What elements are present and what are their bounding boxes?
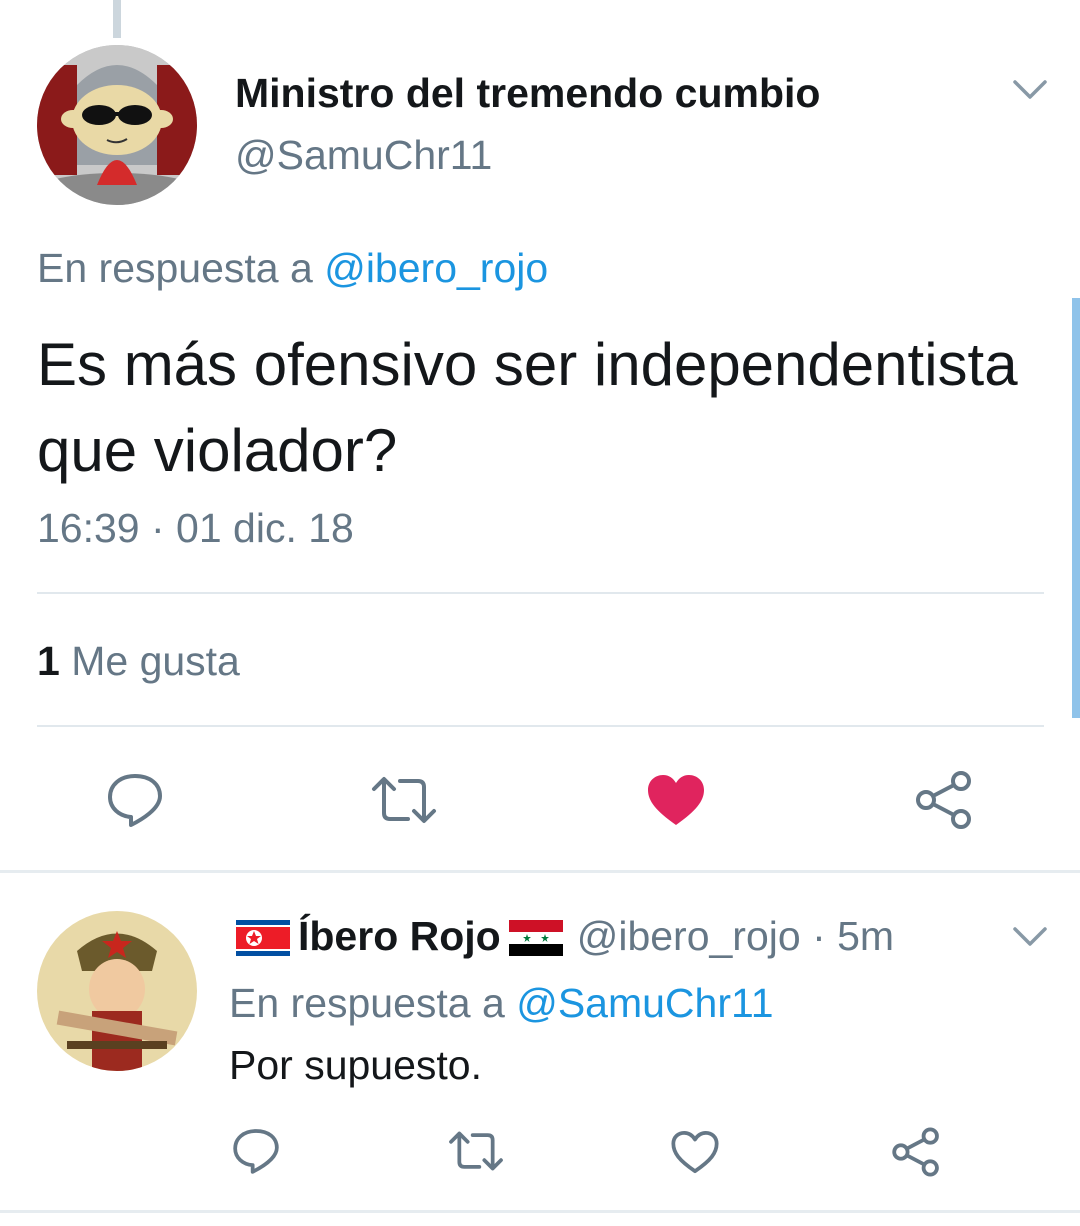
thread-connector-line [113, 0, 121, 38]
display-name[interactable]: Ministro del tremendo cumbio [235, 70, 820, 117]
divider [37, 725, 1044, 727]
likes-count-row[interactable]: 1 Me gusta [37, 638, 240, 685]
tweet-separator [0, 870, 1080, 873]
reply-header: Íbero Rojo @ibero_rojo · 5m [228, 913, 894, 960]
avatar[interactable] [37, 45, 197, 205]
scrollbar[interactable] [1072, 298, 1080, 718]
tweet-text: Es más ofensivo ser independentista que … [37, 331, 1018, 484]
avatar[interactable] [37, 911, 197, 1071]
chevron-down-icon[interactable] [1012, 925, 1048, 949]
chevron-down-icon[interactable] [1012, 78, 1048, 102]
reply-context: En respuesta a @SamuChr11 [229, 980, 774, 1027]
share-icon[interactable] [912, 768, 976, 832]
handle-and-time[interactable]: @ibero_rojo · 5m [577, 913, 894, 960]
syria-flag-icon [508, 919, 563, 956]
reply-context: En respuesta a @ibero_rojo [37, 245, 548, 292]
reply-prefix: En respuesta a [37, 245, 313, 291]
likes-count: 1 [37, 638, 60, 684]
tweet-separator [0, 1210, 1080, 1213]
reply-prefix: En respuesta a [229, 980, 505, 1026]
user-handle[interactable]: @SamuChr11 [235, 132, 492, 179]
retweet-icon[interactable] [366, 770, 442, 830]
divider [37, 592, 1044, 594]
north-korea-flag-icon [236, 919, 290, 956]
retweet-icon[interactable] [444, 1126, 508, 1176]
reply-mention-link[interactable]: @SamuChr11 [516, 980, 773, 1026]
like-icon[interactable] [667, 1126, 723, 1178]
reply-icon[interactable] [228, 1124, 284, 1178]
timestamp[interactable]: 16:39 · 01 dic. 18 [37, 505, 354, 552]
like-icon[interactable] [643, 770, 709, 830]
tweet-text: Por supuesto. [229, 1042, 482, 1088]
share-icon[interactable] [888, 1124, 944, 1180]
display-name[interactable]: Íbero Rojo [298, 913, 501, 960]
likes-label: Me gusta [71, 638, 240, 684]
reply-icon[interactable] [100, 768, 170, 832]
reply-mention-link[interactable]: @ibero_rojo [324, 245, 548, 291]
